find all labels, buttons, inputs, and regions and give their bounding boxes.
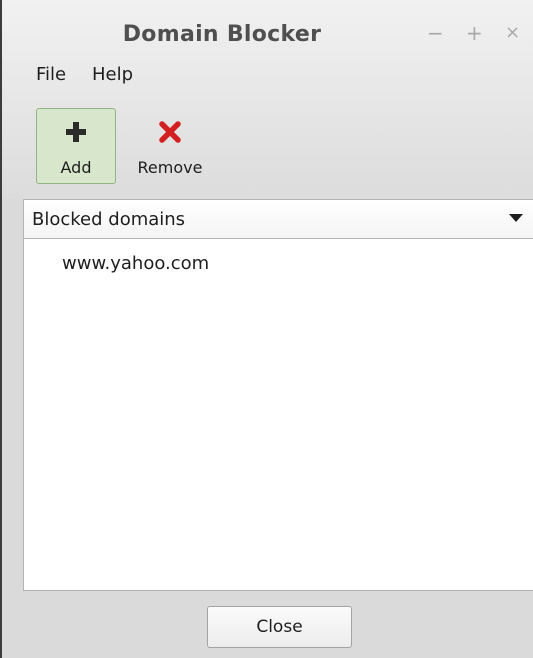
list-item[interactable]: www.yahoo.com — [62, 253, 209, 274]
maximize-button[interactable]: + — [466, 21, 483, 45]
plus-icon — [37, 117, 115, 147]
window-title: Domain Blocker — [122, 22, 322, 47]
add-button-label: Add — [60, 158, 92, 177]
domain-list-selector[interactable]: Blocked domains — [23, 199, 533, 239]
domain-list[interactable]: www.yahoo.com — [23, 239, 533, 591]
menu-help[interactable]: Help — [92, 60, 133, 90]
titlebar[interactable]: Domain Blocker − + × — [2, 0, 533, 50]
remove-button-label: Remove — [137, 158, 203, 177]
close-button[interactable]: Close — [207, 606, 352, 648]
minimize-button[interactable]: − — [427, 21, 444, 45]
red-x-icon — [131, 117, 209, 147]
remove-button[interactable]: Remove — [130, 108, 210, 184]
add-button[interactable]: Add — [36, 108, 116, 184]
menu-file[interactable]: File — [36, 60, 66, 90]
window-chrome: Domain Blocker − + × File Help Add Remov… — [2, 0, 533, 199]
domain-blocker-window: Domain Blocker − + × File Help Add Remov… — [0, 0, 533, 658]
selector-value: Blocked domains — [32, 209, 186, 230]
dropdown-arrow-icon — [509, 214, 523, 222]
close-window-button[interactable]: × — [505, 21, 520, 45]
